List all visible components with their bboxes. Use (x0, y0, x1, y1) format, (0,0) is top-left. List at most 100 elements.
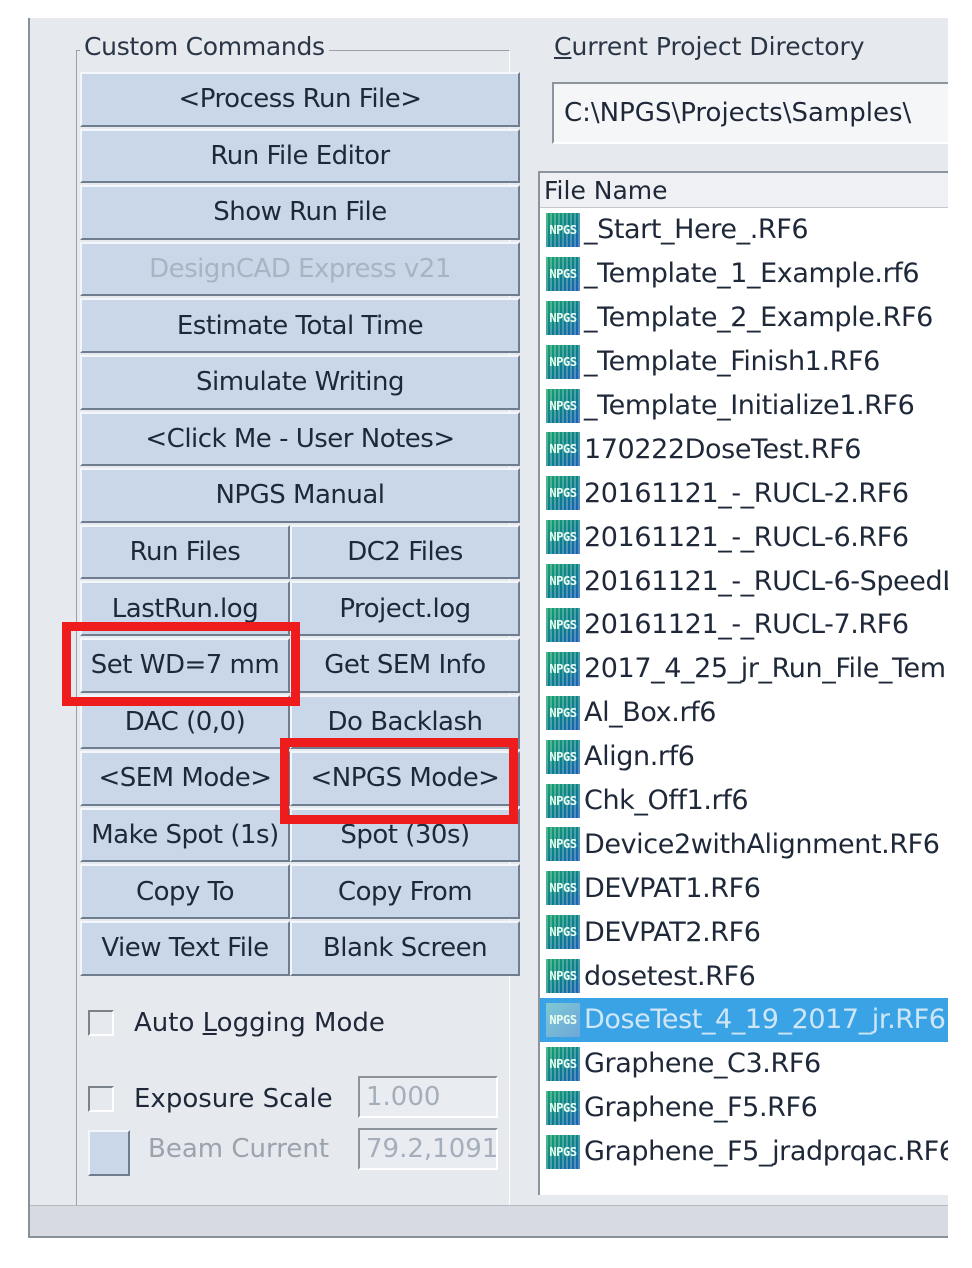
file-row[interactable]: NPGS DEVPAT1.RF6 (540, 866, 948, 910)
npgs-file-icon: NPGS (546, 476, 580, 511)
command-button-3[interactable]: Show Run File (80, 185, 520, 240)
file-name: Device2withAlignment.RF6 (584, 828, 940, 860)
command-button-row7-left[interactable]: Copy To (80, 864, 290, 919)
file-row[interactable]: NPGS DoseTest_4_19_2017_jr.RF6 (540, 998, 948, 1042)
beam-current-input[interactable]: 79.2,1091. (358, 1128, 498, 1170)
file-row[interactable]: NPGS 2017_4_25_jr_Run_File_Tem (540, 647, 948, 691)
npgs-window: Custom Commands <Process Run File> Run Fi… (28, 18, 948, 1238)
file-name: dosetest.RF6 (584, 960, 756, 992)
file-row[interactable]: NPGS _Template_Initialize1.RF6 (540, 384, 948, 428)
auto-logging-label: Auto Logging Mode (134, 1008, 385, 1038)
command-button-row4-left[interactable]: DAC (0,0) (80, 694, 290, 750)
file-name: _Template_1_Example.rf6 (584, 258, 920, 290)
npgs-file-icon: NPGS (546, 739, 580, 774)
file-row[interactable]: NPGS _Template_2_Example.RF6 (540, 296, 948, 340)
file-row[interactable]: NPGS 20161121_-_RUCL-2.RF6 (540, 471, 948, 515)
file-name: 20161121_-_RUCL-6.RF6 (584, 521, 909, 553)
npgs-file-icon: NPGS (546, 1134, 580, 1169)
npgs-file-icon: NPGS (546, 432, 580, 467)
file-name: Al_Box.rf6 (584, 697, 717, 729)
file-name: 20161121_-_RUCL-6-SpeedL (584, 565, 948, 597)
file-row[interactable]: NPGS dosetest.RF6 (540, 954, 948, 998)
file-name: Chk_Off1.rf6 (584, 785, 749, 817)
file-row[interactable]: NPGS Chk_Off1.rf6 (540, 779, 948, 823)
file-row[interactable]: NPGS Align.rf6 (540, 735, 948, 779)
npgs-file-icon: NPGS (546, 256, 580, 291)
file-name-column-header[interactable]: File Name (540, 173, 948, 208)
auto-logging-checkbox[interactable] (88, 1010, 114, 1036)
file-name: _Template_Initialize1.RF6 (584, 390, 915, 421)
command-button-1[interactable]: <Process Run File> (80, 72, 520, 127)
npgs-file-icon: NPGS (546, 915, 580, 950)
command-button-row5-right[interactable]: <NPGS Mode> (290, 751, 520, 806)
file-name: Graphene_F5_jradprqac.RF6 (584, 1136, 948, 1168)
file-row[interactable]: NPGS 20161121_-_RUCL-7.RF6 (540, 603, 948, 647)
npgs-file-icon: NPGS (546, 1046, 580, 1081)
command-button-5[interactable]: Estimate Total Time (80, 298, 520, 353)
file-name: 20161121_-_RUCL-2.RF6 (584, 477, 909, 509)
file-name: _Template_2_Example.RF6 (584, 302, 933, 334)
custom-commands-title: Custom Commands (80, 32, 329, 61)
file-row[interactable]: NPGS 20161121_-_RUCL-6.RF6 (540, 515, 948, 559)
file-row[interactable]: NPGS Graphene_C3.RF6 (540, 1042, 948, 1086)
npgs-file-icon: NPGS (546, 827, 580, 862)
npgs-file-icon: NPGS (546, 564, 580, 599)
status-strip (30, 1205, 948, 1236)
command-button-row5-left[interactable]: <SEM Mode> (80, 751, 290, 806)
auto-logging-option[interactable]: Auto Logging Mode (88, 1008, 385, 1038)
command-button-2[interactable]: Run File Editor (80, 128, 520, 184)
command-button-row6-right[interactable]: Spot (30s) (290, 807, 520, 863)
command-button-row2-right[interactable]: Project.log (290, 581, 520, 636)
file-row[interactable]: NPGS Graphene_F5.RF6 (540, 1086, 948, 1130)
exposure-scale-checkbox[interactable] (88, 1086, 114, 1112)
file-row[interactable]: NPGS Al_Box.rf6 (540, 691, 948, 735)
current-project-directory-label: Current Project Directory (554, 32, 865, 61)
npgs-file-icon: NPGS (546, 388, 580, 423)
beam-current-label: Beam Current (148, 1134, 330, 1164)
command-button-row8-right[interactable]: Blank Screen (290, 921, 520, 976)
file-row[interactable]: NPGS _Start_Here_.RF6 (540, 208, 948, 252)
npgs-file-icon: NPGS (546, 344, 580, 379)
project-directory-field[interactable]: C:\NPGS\Projects\Samples\ (552, 82, 948, 144)
command-button-row1-right[interactable]: DC2 Files (290, 524, 520, 580)
npgs-file-icon: NPGS (546, 871, 580, 906)
npgs-file-icon: NPGS (546, 959, 580, 994)
command-button-8[interactable]: NPGS Manual (80, 468, 520, 523)
command-button-row1-left[interactable]: Run Files (80, 524, 290, 580)
npgs-file-icon: NPGS (546, 783, 580, 818)
file-list[interactable]: File Name NPGS _Start_Here_.RF6 NPGS _Templ… (538, 171, 948, 1195)
npgs-file-icon: NPGS (546, 300, 580, 335)
exposure-scale-option[interactable]: Exposure Scale (88, 1084, 333, 1114)
command-button-row4-right[interactable]: Do Backlash (290, 694, 520, 750)
file-row[interactable]: NPGS Device2withAlignment.RF6 (540, 822, 948, 866)
command-button-row7-right[interactable]: Copy From (290, 864, 520, 919)
command-button-4[interactable]: DesignCAD Express v21 (80, 241, 520, 297)
command-button-7[interactable]: <Click Me - User Notes> (80, 411, 520, 467)
file-row[interactable]: NPGS DEVPAT2.RF6 (540, 910, 948, 954)
command-button-row6-left[interactable]: Make Spot (1s) (80, 807, 290, 863)
beam-current-button[interactable] (88, 1130, 130, 1176)
file-name: 2017_4_25_jr_Run_File_Tem (584, 653, 946, 685)
file-name: _Template_Finish1.RF6 (584, 346, 880, 378)
file-name: Align.rf6 (584, 741, 695, 773)
command-button-row2-left[interactable]: LastRun.log (80, 581, 290, 636)
npgs-file-icon: NPGS (546, 1002, 580, 1037)
file-row[interactable]: NPGS _Template_Finish1.RF6 (540, 340, 948, 384)
file-name: DEVPAT2.RF6 (584, 916, 761, 948)
command-button-6[interactable]: Simulate Writing (80, 355, 520, 410)
file-row[interactable]: NPGS Graphene_F5_jradprqac.RF6 (540, 1130, 948, 1174)
npgs-file-icon: NPGS (546, 607, 580, 642)
npgs-file-icon: NPGS (546, 651, 580, 686)
npgs-file-icon: NPGS (546, 695, 580, 730)
exposure-scale-input[interactable]: 1.000 (358, 1076, 498, 1118)
file-name: 20161121_-_RUCL-7.RF6 (584, 609, 909, 641)
file-name: Graphene_F5.RF6 (584, 1092, 818, 1124)
file-name: DoseTest_4_19_2017_jr.RF6 (584, 1004, 946, 1036)
command-button-row3-right[interactable]: Get SEM Info (290, 638, 520, 693)
command-button-row3-left[interactable]: Set WD=7 mm (80, 638, 290, 693)
file-row[interactable]: NPGS 20161121_-_RUCL-6-SpeedL (540, 559, 948, 603)
command-button-row8-left[interactable]: View Text File (80, 921, 290, 976)
file-row[interactable]: NPGS 170222DoseTest.RF6 (540, 427, 948, 471)
npgs-file-icon: NPGS (546, 212, 580, 247)
file-row[interactable]: NPGS _Template_1_Example.rf6 (540, 252, 948, 296)
